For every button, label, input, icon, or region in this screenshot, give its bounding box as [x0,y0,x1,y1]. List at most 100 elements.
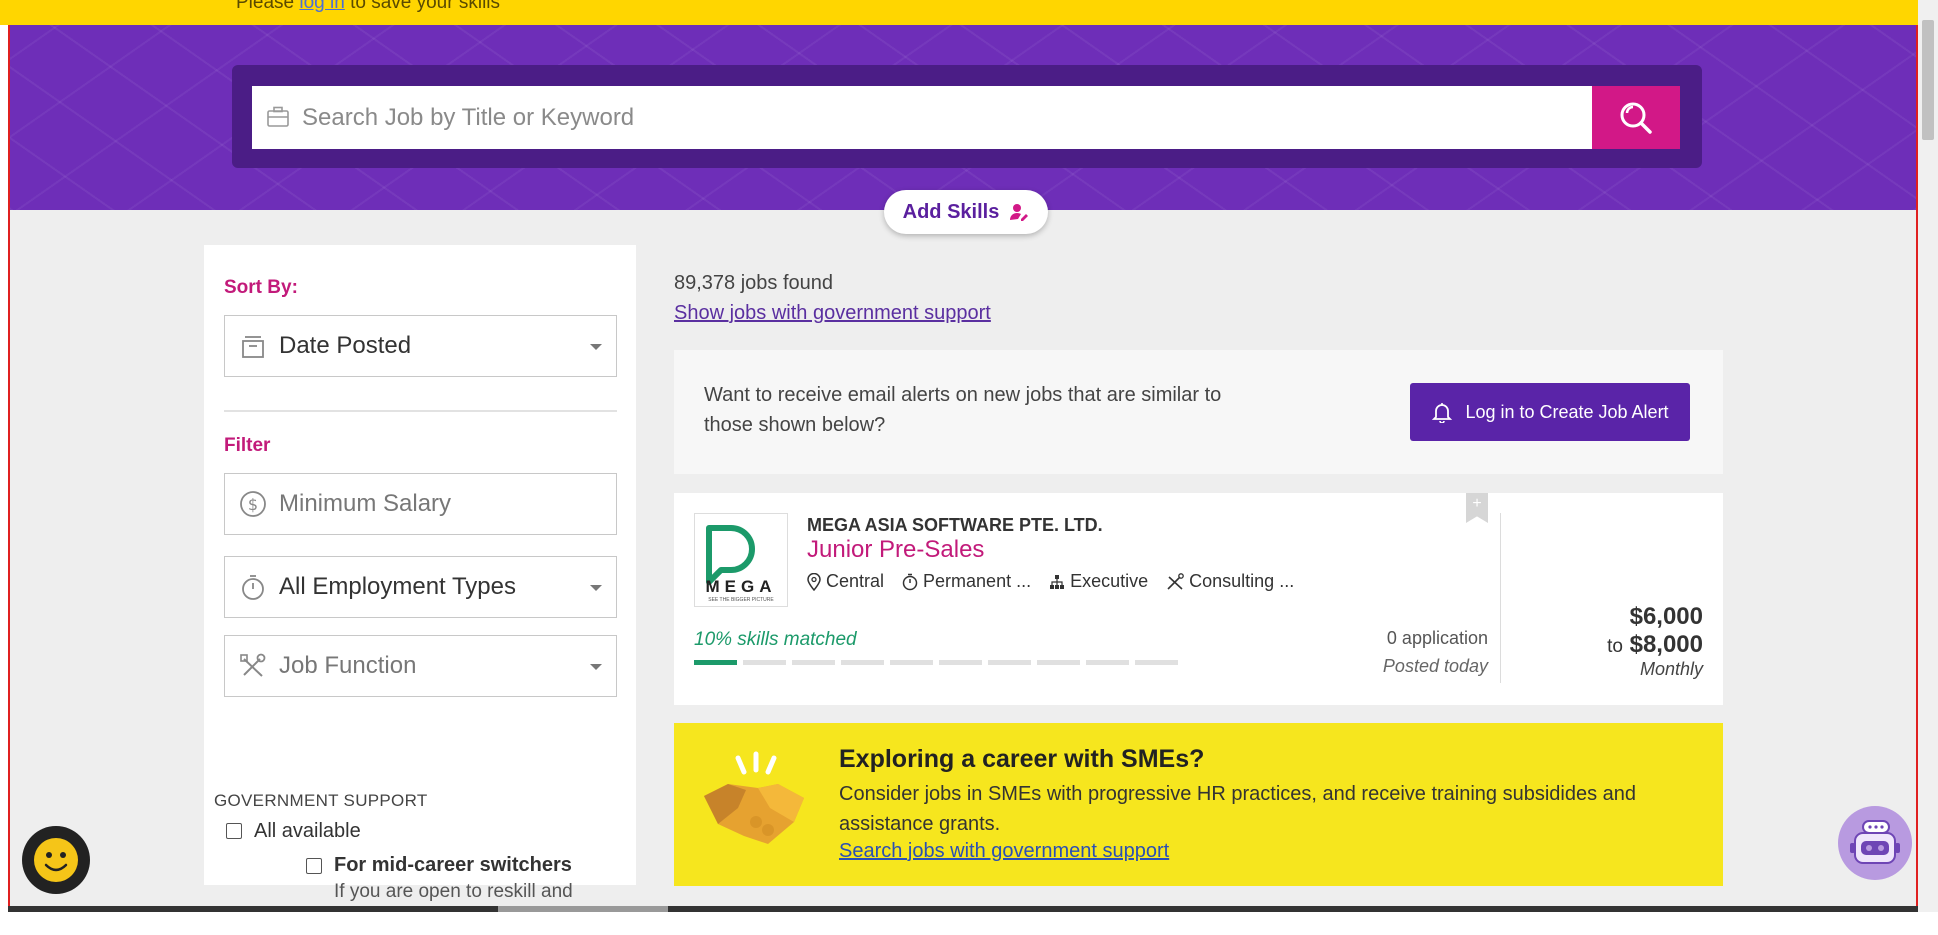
job-card[interactable]: MEGA SEE THE BIGGER PICTURE MEGA ASIA SO… [674,493,1723,705]
feedback-button[interactable] [22,826,90,894]
jobs-count: 89,378 jobs found [674,272,834,294]
all-available-label: All available [254,820,361,842]
chevron-down-icon [590,585,602,591]
svg-text:$: $ [248,495,258,514]
stopwatch-icon [902,573,918,590]
search-input[interactable] [302,86,1572,149]
page-bottom-area [0,912,1938,935]
search-icon [1620,102,1652,134]
job-category: Consulting ... [1166,571,1294,592]
archive-icon [242,336,264,358]
filter-panel: Sort By: Date Posted Filter $ Minimum Sa… [204,245,636,908]
job-level-text: Executive [1070,571,1149,591]
smiley-icon [34,838,78,882]
job-function-value: Job Function [279,652,417,679]
chatbot-button[interactable] [1838,806,1912,880]
job-employment-type: Permanent ... [902,571,1031,592]
job-alert-text: Want to receive email alerts on new jobs… [704,384,1222,436]
filter-label: Filter [224,435,271,456]
create-job-alert-button[interactable]: Log in to Create Job Alert [1410,383,1690,441]
skills-bar-segment [1135,660,1178,665]
salary-max: $8,000 [1629,631,1703,658]
search-box [252,86,1592,149]
sme-gov-support-link[interactable]: Search jobs with government support [839,840,1169,863]
skills-bar-segment [743,660,786,665]
job-level: Executive [1049,571,1148,592]
skills-bar-segment [1086,660,1129,665]
sme-promo-card: Exploring a career with SMEs? Consider j… [674,723,1723,886]
chevron-down-icon [590,664,602,670]
employment-type-value: All Employment Types [279,573,516,600]
job-meta: Central Permanent ... Executive Consulti… [807,571,1294,592]
minimum-salary-placeholder: Minimum Salary [279,490,452,517]
logo-text: MEGA [706,577,777,596]
job-employment-text: Permanent ... [923,571,1032,591]
show-gov-support-link[interactable]: Show jobs with government support [674,302,991,325]
notice-after-text: to save your skills [344,0,501,13]
sort-select[interactable]: Date Posted [224,315,617,377]
salary-block: $6,000 to $8,000 Monthly [1607,603,1703,680]
job-alert-card: Want to receive email alerts on new jobs… [674,350,1723,474]
job-category-text: Consulting ... [1189,571,1295,591]
skills-bar-segment [1037,660,1080,665]
stopwatch-icon [242,575,264,600]
mid-career-checkbox[interactable] [306,858,322,874]
page-frame: Add Skills Sort By: Date Posted Filter $ [8,25,1918,910]
sme-text: Consider jobs in SMEs with progressive H… [839,783,1637,835]
add-skills-label: Add Skills [902,200,1000,223]
salary-period: Monthly [1639,659,1703,679]
bell-icon [1432,403,1453,423]
skills-matched: 10% skills matched [694,629,857,650]
skills-match-bar [694,660,1178,665]
job-location: Central [807,571,884,592]
skills-bar-segment [988,660,1031,665]
search-hero [10,25,1916,210]
panel-divider [224,410,617,412]
handshake-icon [704,751,804,844]
skills-bar-segment [694,660,737,665]
skills-bar-segment [939,660,982,665]
job-location-text: Central [826,571,885,591]
sme-heading: Exploring a career with SMEs? [839,745,1205,773]
skills-bar-segment [890,660,933,665]
sort-by-label: Sort By: [224,277,298,298]
tools-icon [1167,572,1184,590]
minimum-salary-field[interactable]: $ Minimum Salary [224,473,617,535]
posted-date: Posted today [1382,656,1488,676]
vertical-scrollbar[interactable] [1918,0,1938,935]
job-title[interactable]: Junior Pre-Sales [807,536,984,564]
company-name: MEGA ASIA SOFTWARE PTE. LTD. [807,515,1103,535]
mid-career-label: For mid-career switchers [334,854,572,876]
person-edit-icon [1010,204,1029,221]
salary-to: to [1607,636,1623,657]
map-pin-icon [807,572,821,591]
login-notice-text: Please log in to save your skills [236,0,500,14]
company-logo: MEGA SEE THE BIGGER PICTURE [694,513,788,607]
card-divider [1500,513,1501,683]
company-logo-image: MEGA SEE THE BIGGER PICTURE [706,525,777,603]
notice-before-text: Please [236,0,300,13]
skills-bar-segment [841,660,884,665]
salary-min: $6,000 [1629,603,1703,630]
gov-support-heading: GOVERNMENT SUPPORT [214,791,428,810]
bookmark-icon[interactable]: + [1466,493,1488,523]
org-chart-icon [1050,574,1065,589]
tools-icon [240,653,266,677]
skills-bar-segment [792,660,835,665]
create-job-alert-label: Log in to Create Job Alert [1465,401,1669,422]
add-skills-button[interactable]: Add Skills [884,190,1048,234]
search-container [232,65,1702,168]
dollar-icon: $ [240,491,266,517]
job-function-select[interactable]: Job Function [224,635,617,697]
all-available-checkbox[interactable] [226,823,242,839]
employment-type-select[interactable]: All Employment Types [224,556,617,618]
logo-tagline: SEE THE BIGGER PICTURE [708,597,774,603]
vertical-scrollbar-thumb[interactable] [1922,20,1934,140]
chevron-down-icon [590,344,602,350]
robot-icon [1850,820,1900,864]
login-notice: Please log in to save your skills [0,0,1918,25]
application-count: 0 application [1386,628,1488,648]
search-button[interactable] [1592,86,1680,149]
login-link[interactable]: log in [299,0,344,13]
sort-value: Date Posted [279,332,412,359]
